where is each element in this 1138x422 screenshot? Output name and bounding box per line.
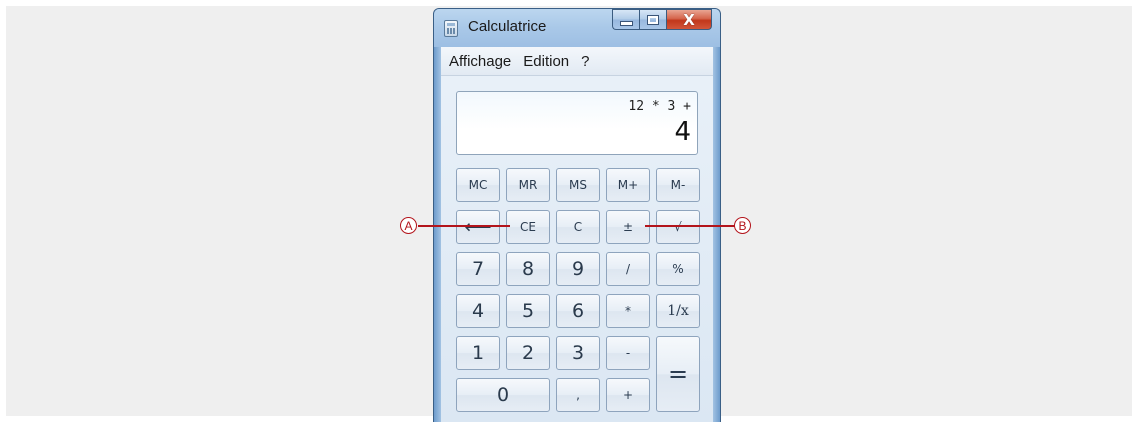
menu-edition[interactable]: Edition xyxy=(523,53,569,70)
mr-button[interactable]: MR xyxy=(506,168,550,202)
callout-a-marker: A xyxy=(400,217,417,234)
mc-button[interactable]: MC xyxy=(456,168,500,202)
ms-button[interactable]: MS xyxy=(556,168,600,202)
multiply-button[interactable]: * xyxy=(606,294,650,328)
window-title: Calculatrice xyxy=(468,18,547,35)
reciprocal-button[interactable]: 1/x xyxy=(656,294,700,328)
digit-7-button[interactable]: 7 xyxy=(456,252,500,286)
caption-buttons: X xyxy=(612,9,712,31)
equals-button[interactable]: = xyxy=(656,336,700,412)
m-minus-button[interactable]: M- xyxy=(656,168,700,202)
m-plus-button[interactable]: M+ xyxy=(606,168,650,202)
percent-button[interactable]: % xyxy=(656,252,700,286)
close-button[interactable]: X xyxy=(666,9,712,30)
callout-a-line xyxy=(418,225,510,227)
callout-b-line xyxy=(645,225,735,227)
calculator-app-icon[interactable] xyxy=(444,20,458,37)
display-panel: 12 * 3 + 4 xyxy=(456,91,698,155)
minimize-button[interactable] xyxy=(612,9,639,30)
maximize-icon xyxy=(647,14,659,25)
minus-button[interactable]: - xyxy=(606,336,650,370)
callout-b-marker: B xyxy=(734,217,751,234)
digit-0-button[interactable]: 0 xyxy=(456,378,550,412)
digit-6-button[interactable]: 6 xyxy=(556,294,600,328)
divide-button[interactable]: / xyxy=(606,252,650,286)
digit-2-button[interactable]: 2 xyxy=(506,336,550,370)
digit-3-button[interactable]: 3 xyxy=(556,336,600,370)
backspace-button[interactable]: ⟵ xyxy=(456,210,500,244)
calculator-window: Calculatrice X Affichage Edition ? 12 * … xyxy=(433,8,721,422)
menu-bar: Affichage Edition ? xyxy=(441,47,713,76)
menu-affichage[interactable]: Affichage xyxy=(449,53,511,70)
menu-help[interactable]: ? xyxy=(581,53,589,70)
ce-button[interactable]: CE xyxy=(506,210,550,244)
digit-8-button[interactable]: 8 xyxy=(506,252,550,286)
sqrt-button[interactable]: √ xyxy=(656,210,700,244)
decimal-button[interactable]: , xyxy=(556,378,600,412)
plus-button[interactable]: + xyxy=(606,378,650,412)
digit-1-button[interactable]: 1 xyxy=(456,336,500,370)
digit-9-button[interactable]: 9 xyxy=(556,252,600,286)
expression-display: 12 * 3 + xyxy=(628,99,691,114)
result-display: 4 xyxy=(674,117,691,147)
calculator-body: 12 * 3 + 4 MC MR MS M+ M- ⟵ CE C ± √ 7 8… xyxy=(441,76,713,422)
digit-5-button[interactable]: 5 xyxy=(506,294,550,328)
close-icon: X xyxy=(683,10,695,29)
title-bar[interactable]: Calculatrice X xyxy=(434,9,720,47)
maximize-button[interactable] xyxy=(639,9,666,30)
c-button[interactable]: C xyxy=(556,210,600,244)
minimize-icon xyxy=(619,20,633,26)
digit-4-button[interactable]: 4 xyxy=(456,294,500,328)
plus-minus-button[interactable]: ± xyxy=(606,210,650,244)
